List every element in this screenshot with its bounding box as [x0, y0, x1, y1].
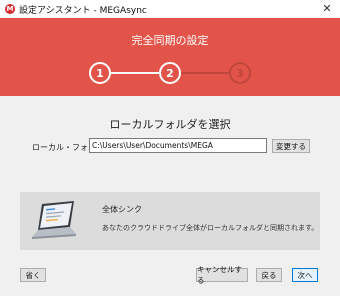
step-2-indicator: 2 — [159, 62, 181, 84]
sync-type-title: 全体シンク — [102, 205, 142, 214]
full-sync-card[interactable]: 全体シンク あなたのクラウドドライブ全体がローカルフォルダと同期されます。 — [20, 192, 320, 250]
close-icon[interactable]: ✕ — [320, 1, 334, 15]
skip-button[interactable]: 省く — [20, 268, 46, 282]
step-connector-2 — [181, 72, 231, 74]
back-button[interactable]: 戻る — [256, 268, 282, 282]
wizard-banner: 完全同期の設定 1 2 3 — [0, 18, 340, 96]
step-3-indicator: 3 — [229, 62, 251, 84]
next-button[interactable]: 次へ — [292, 268, 318, 282]
step-connector-1 — [111, 72, 161, 74]
step-1-indicator: 1 — [89, 62, 111, 84]
change-folder-button[interactable]: 変更する — [272, 139, 310, 153]
local-folder-field[interactable] — [89, 138, 267, 153]
mega-logo-icon: M — [5, 4, 15, 14]
sync-type-description: あなたのクラウドドライブ全体がローカルフォルダと同期されます。 — [102, 224, 319, 232]
banner-title: 完全同期の設定 — [131, 34, 209, 47]
page-heading: ローカルフォルダを選択 — [109, 118, 231, 131]
laptop-icon — [32, 201, 76, 239]
cancel-button[interactable]: キャンセルする — [196, 265, 248, 285]
title-bar: M 設定アシスタント - MEGAsync ✕ — [0, 0, 340, 18]
window-title: 設定アシスタント - MEGAsync — [19, 5, 147, 16]
